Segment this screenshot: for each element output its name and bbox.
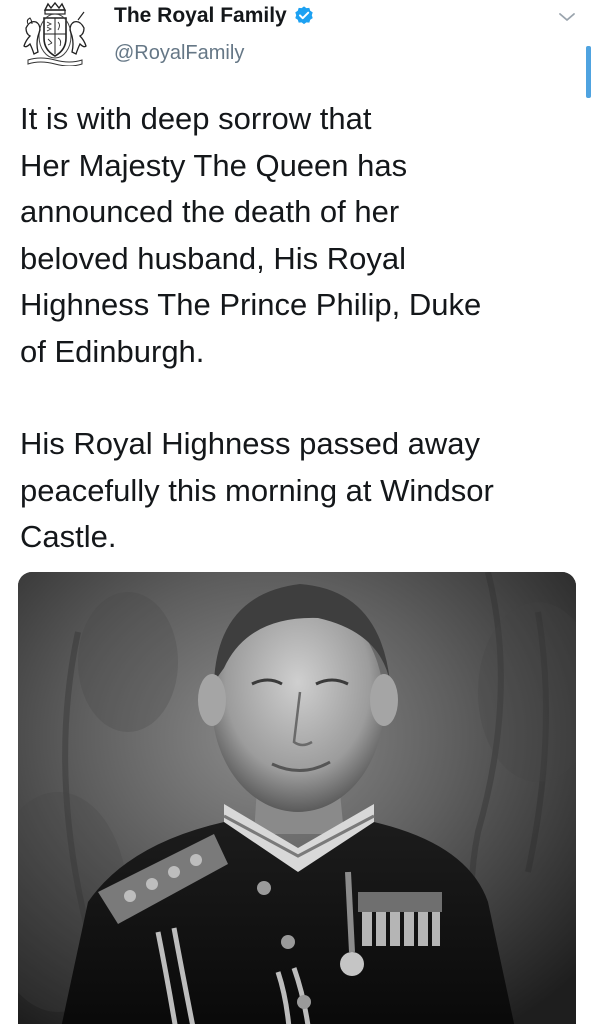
account-handle[interactable]: @RoyalFamily: [114, 42, 244, 65]
tweet-header: The Royal Family @RoyalFamily: [0, 0, 593, 80]
scroll-indicator[interactable]: [586, 46, 591, 98]
name-row: The Royal Family: [114, 4, 315, 28]
portrait-image: [18, 572, 576, 1024]
tweet-photo[interactable]: [18, 572, 576, 1024]
tweet-paragraph: It is with deep sorrow that Her Majesty …: [20, 101, 482, 369]
verified-badge-icon: [295, 6, 313, 25]
royal-coat-of-arms-icon: [23, 1, 87, 67]
tweet-text: It is with deep sorrow that Her Majesty …: [20, 96, 585, 561]
tweet-paragraph: His Royal Highness passed away peacefull…: [20, 426, 494, 554]
avatar[interactable]: [20, 1, 90, 67]
display-name[interactable]: The Royal Family: [114, 4, 287, 28]
tweet: The Royal Family @RoyalFamily It is with…: [0, 0, 593, 1024]
chevron-down-icon[interactable]: [556, 8, 578, 26]
